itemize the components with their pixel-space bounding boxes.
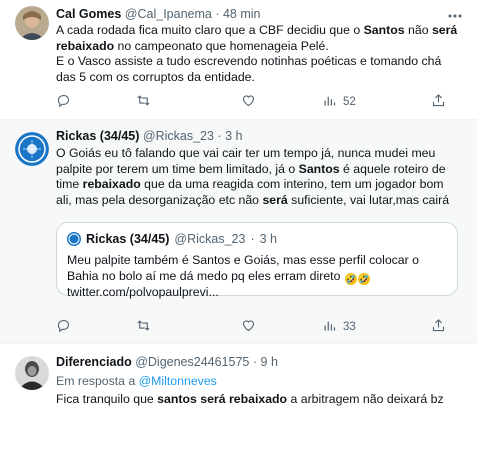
views-icon: [322, 93, 337, 111]
tweet-paragraph: E o Vasco assiste a tudo escrevendo noti…: [56, 54, 461, 85]
handle[interactable]: @Digenes24461575: [135, 355, 249, 369]
tweet-header: Rickas (34/45) @Rickas_23 · 3 h: [56, 129, 242, 143]
text-segment: a arbitragem não deixará bz: [287, 392, 444, 406]
display-name[interactable]: Diferenciado: [56, 355, 132, 369]
text-segment: E o Vasco assiste a tudo escrevendo noti…: [56, 54, 442, 84]
quoted-tweet[interactable]: Rickas (34/45) @Rickas_23 · 3 h Meu palp…: [56, 222, 458, 299]
avatar[interactable]: [15, 356, 49, 390]
laughing-emoji-icon: 🤣: [357, 272, 370, 285]
bold-text: rebaixado: [56, 38, 115, 53]
avatar[interactable]: [15, 6, 49, 40]
tweet-paragraph: A cada rodada fica muito claro que a CBF…: [56, 23, 461, 54]
reply-icon: [56, 93, 71, 111]
heart-icon: [241, 93, 256, 111]
bold-text: santos: [157, 392, 197, 406]
reply-button[interactable]: [56, 93, 77, 111]
bold-text: será: [200, 392, 226, 406]
tweet[interactable]: Rickas (34/45) @Rickas_23 · 3 h O Goiás …: [0, 120, 477, 344]
display-name: Rickas (34/45): [86, 232, 170, 246]
views-count: 52: [343, 96, 356, 108]
retweet-icon: [136, 318, 151, 336]
avatar: [67, 232, 81, 246]
views-button[interactable]: 33: [322, 318, 356, 336]
text-segment: Fica tranquilo que: [56, 392, 158, 406]
handle: @Rickas_23: [174, 232, 246, 246]
retweet-button[interactable]: [136, 318, 157, 336]
tweet-paragraph: O Goiás eu tô falando que vai cair ter u…: [56, 146, 461, 208]
reply-prefix: Em resposta a: [56, 374, 139, 388]
bold-text: será: [262, 192, 288, 207]
separator: ·: [215, 7, 220, 21]
text-segment: A cada rodada fica muito claro que a CBF…: [56, 23, 364, 37]
views-button[interactable]: 52: [322, 93, 356, 111]
retweet-icon: [136, 93, 151, 111]
like-button[interactable]: [241, 93, 262, 111]
tweet-text: Fica tranquilo que santos será rebaixado…: [56, 392, 461, 408]
share-button[interactable]: [431, 318, 446, 336]
share-icon: [431, 93, 446, 111]
share-icon: [431, 318, 446, 336]
views-count: 33: [343, 321, 356, 333]
handle[interactable]: @Rickas_23: [143, 129, 214, 143]
like-button[interactable]: [241, 318, 262, 336]
tweet-paragraph: Fica tranquilo que santos será rebaixado…: [56, 392, 461, 408]
display-name[interactable]: Rickas (34/45): [56, 129, 139, 143]
separator: ·: [217, 129, 222, 143]
timestamp: 3 h: [259, 232, 278, 246]
timeline: Cal Gomes @Cal_Ipanema · 48 min A cada r…: [0, 0, 477, 455]
tweet-text: O Goiás eu tô falando que vai cair ter u…: [56, 146, 461, 208]
timestamp[interactable]: 48 min: [223, 7, 261, 21]
tweet[interactable]: Cal Gomes @Cal_Ipanema · 48 min A cada r…: [0, 0, 477, 120]
quoted-link[interactable]: twitter.com/polvopaulprevi...: [67, 285, 219, 299]
bold-text: rebaixado: [228, 392, 288, 406]
share-button[interactable]: [431, 93, 446, 111]
avatar[interactable]: [15, 132, 49, 166]
text-segment: no campeonato que homenageia Pelé.: [114, 38, 329, 53]
bold-text: rebaixado: [82, 177, 141, 192]
reply-button[interactable]: [56, 318, 77, 336]
reply-to-link[interactable]: @Miltonneves: [139, 374, 217, 388]
bold-text: Santos: [363, 23, 405, 37]
timestamp[interactable]: 9 h: [261, 355, 278, 369]
separator: ·: [250, 232, 255, 246]
laughing-emoji-icon: 🤣: [344, 272, 357, 285]
bold-text: Santos: [298, 161, 340, 176]
text-segment: suficiente, vai lutar,mas cairá: [287, 192, 450, 207]
tweet-header: Cal Gomes @Cal_Ipanema · 48 min: [56, 7, 261, 21]
tweet-actions: 33: [56, 318, 457, 336]
bold-text: será: [431, 23, 458, 37]
tweet-header: Diferenciado @Digenes24461575 · 9 h: [56, 355, 278, 369]
separator: ·: [252, 355, 258, 369]
reply-context: Em resposta a @Miltonneves: [56, 374, 461, 390]
display-name[interactable]: Cal Gomes: [56, 7, 121, 21]
tweet-actions: 52: [56, 93, 457, 111]
text-segment: não: [404, 23, 432, 37]
retweet-button[interactable]: [136, 93, 157, 111]
tweet[interactable]: Diferenciado @Digenes24461575 · 9 h Em r…: [0, 344, 477, 455]
heart-icon: [241, 318, 256, 336]
views-icon: [322, 318, 337, 336]
quoted-tweet-text: Meu palpite também é Santos e Goiás, mas…: [67, 253, 447, 300]
reply-icon: [56, 318, 71, 336]
tweet-text: A cada rodada fica muito claro que a CBF…: [56, 23, 461, 85]
timestamp[interactable]: 3 h: [225, 129, 242, 143]
quoted-tweet-header: Rickas (34/45) @Rickas_23 · 3 h: [67, 232, 277, 246]
handle[interactable]: @Cal_Ipanema: [125, 7, 212, 21]
